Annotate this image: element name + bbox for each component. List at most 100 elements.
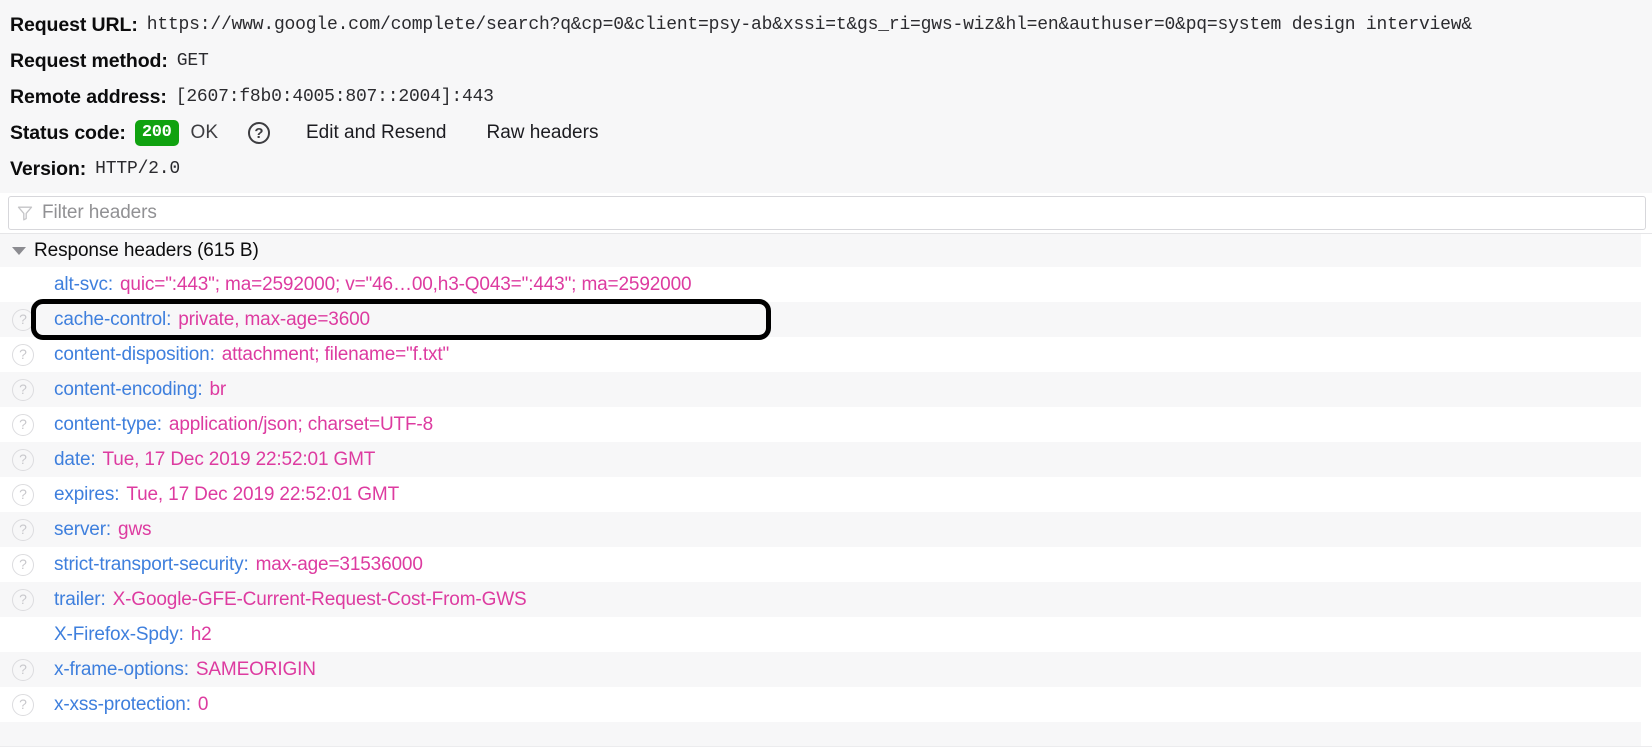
header-colon: : — [185, 693, 191, 715]
network-response-headers-panel: Request URL: https://www.google.com/comp… — [0, 0, 1652, 752]
header-colon: : — [178, 623, 184, 645]
header-row-x-frame-options[interactable]: ? x-frame-options: SAMEORIGIN — [0, 652, 1652, 687]
header-value: quic=":443"; ma=2592000; v="46…00,h3-Q04… — [120, 273, 692, 295]
header-colon: : — [166, 308, 172, 330]
request-method-row: Request method: GET — [0, 43, 1652, 79]
header-row-cache-control[interactable]: ? cache-control: private, max-age=3600 — [0, 302, 1652, 337]
request-summary-panel: Request URL: https://www.google.com/comp… — [0, 0, 1652, 193]
header-row-x-xss-protection[interactable]: ? x-xss-protection: 0 — [0, 687, 1652, 722]
status-code-label: Status code: — [10, 121, 126, 144]
header-row-content-encoding[interactable]: ? content-encoding: br — [0, 372, 1652, 407]
header-text: strict-transport-security: max-age=315360… — [54, 554, 423, 576]
header-text: x-frame-options: SAMEORIGIN — [54, 659, 316, 681]
request-url-row: Request URL: https://www.google.com/comp… — [0, 7, 1652, 43]
header-value: Tue, 17 Dec 2019 22:52:01 GMT — [102, 448, 376, 470]
header-name: strict-transport-security — [54, 553, 244, 575]
header-row-trailer[interactable]: ? trailer: X-Google-GFE-Current-Request-Co… — [0, 582, 1652, 617]
header-colon: : — [243, 553, 249, 575]
header-row-content-type[interactable]: ? content-type: application/json; charset=… — [0, 407, 1652, 442]
help-question-icon[interactable]: ? — [248, 122, 270, 144]
funnel-filter-icon — [17, 206, 33, 221]
header-value: private, max-age=3600 — [178, 308, 370, 330]
header-value: max-age=31536000 — [255, 553, 423, 575]
header-text: server: gws — [54, 519, 151, 541]
request-method-label: Request method: — [10, 49, 168, 72]
header-name: X-Firefox-Spdy — [54, 623, 179, 645]
header-name: content-encoding — [54, 378, 198, 400]
request-url-value[interactable]: https://www.google.com/complete/search?q… — [147, 15, 1472, 35]
help-question-icon[interactable]: ? — [12, 413, 34, 436]
header-text: date: Tue, 17 Dec 2019 22:52:01 GMT — [54, 449, 375, 471]
header-row-alt-svc[interactable]: alt-svc: quic=":443"; ma=2592000; v="46…0… — [0, 267, 1652, 302]
status-badge: 200 — [134, 120, 179, 146]
header-row-date[interactable]: ? date: Tue, 17 Dec 2019 22:52:01 GMT — [0, 442, 1652, 477]
header-value: h2 — [190, 623, 212, 645]
header-value: 0 — [197, 693, 209, 715]
header-row-server[interactable]: ? server: gws — [0, 512, 1652, 547]
header-name: expires — [54, 483, 115, 505]
help-icon-placeholder — [12, 274, 34, 296]
header-text: content-encoding: br — [54, 379, 226, 401]
help-question-icon[interactable]: ? — [12, 553, 34, 576]
header-row-content-disposition[interactable]: ? content-disposition: attachment; filenam… — [0, 337, 1652, 372]
header-value: application/json; charset=UTF-8 — [168, 413, 434, 435]
header-row-strict-transport-security[interactable]: ? strict-transport-security: max-age=31536… — [0, 547, 1652, 582]
header-name: server — [54, 518, 106, 540]
edit-and-resend-button[interactable]: Edit and Resend — [306, 122, 447, 144]
header-name: cache-control — [54, 308, 167, 330]
filter-bar: Filter headers — [0, 193, 1652, 234]
header-colon: : — [183, 658, 189, 680]
header-text: trailer: X-Google-GFE-Current-Request-Cos… — [54, 589, 527, 611]
header-colon: : — [90, 448, 96, 470]
help-question-icon[interactable]: ? — [12, 448, 34, 471]
header-value: Tue, 17 Dec 2019 22:52:01 GMT — [126, 483, 400, 505]
header-colon: : — [114, 483, 120, 505]
header-colon: : — [209, 343, 215, 365]
status-text: OK — [190, 122, 218, 143]
version-value: HTTP/2.0 — [95, 159, 180, 179]
help-question-icon[interactable]: ? — [12, 518, 34, 541]
remote-address-label: Remote address: — [10, 85, 167, 108]
help-question-icon[interactable]: ? — [12, 588, 34, 611]
header-value: X-Google-GFE-Current-Request-Cost-From-G… — [112, 588, 527, 610]
header-value: SAMEORIGIN — [195, 658, 316, 680]
header-text: X-Firefox-Spdy: h2 — [54, 624, 212, 646]
request-method-value: GET — [176, 51, 209, 71]
header-text: content-disposition: attachment; filename… — [54, 344, 449, 366]
header-value: br — [209, 378, 227, 400]
remote-address-value: [2607:f8b0:4005:807::2004]:443 — [175, 87, 494, 107]
help-question-icon[interactable]: ? — [12, 693, 34, 716]
help-question-icon[interactable]: ? — [12, 378, 34, 401]
header-row-expires[interactable]: ? expires: Tue, 17 Dec 2019 22:52:01 GMT — [0, 477, 1652, 512]
header-text: x-xss-protection: 0 — [54, 694, 208, 716]
help-question-icon[interactable]: ? — [12, 343, 34, 366]
header-text: expires: Tue, 17 Dec 2019 22:52:01 GMT — [54, 484, 399, 506]
filter-headers-input[interactable]: Filter headers — [8, 196, 1646, 230]
header-name: date — [54, 448, 91, 470]
header-row-x-firefox-spdy[interactable]: X-Firefox-Spdy: h2 — [0, 617, 1652, 652]
help-question-icon[interactable]: ? — [12, 483, 34, 506]
response-headers-group-label: Response headers (615 B) — [34, 239, 259, 261]
header-name: content-type — [54, 413, 157, 435]
headers-row-list: alt-svc: quic=":443"; ma=2592000; v="46…0… — [0, 267, 1652, 722]
header-text: cache-control: private, max-age=3600 — [54, 309, 370, 331]
response-headers-group-header[interactable]: Response headers (615 B) — [0, 234, 1652, 267]
header-colon: : — [107, 273, 113, 295]
chevron-down-icon[interactable] — [12, 246, 26, 255]
filter-headers-placeholder: Filter headers — [42, 202, 157, 223]
header-text: alt-svc: quic=":443"; ma=2592000; v="46…0… — [54, 274, 691, 296]
header-name: trailer — [54, 588, 101, 610]
header-name: alt-svc — [54, 273, 108, 295]
help-question-icon[interactable]: ? — [12, 658, 34, 681]
help-question-icon[interactable]: ? — [12, 308, 34, 331]
header-name: content-disposition — [54, 343, 210, 365]
status-code-row: Status code: 200 OK ? Edit and Resend Ra… — [0, 115, 1652, 151]
header-colon: : — [100, 588, 106, 610]
raw-headers-button[interactable]: Raw headers — [487, 122, 599, 144]
header-colon: : — [105, 518, 112, 540]
header-value: attachment; filename="f.txt" — [221, 343, 450, 365]
header-text: content-type: application/json; charset=U… — [54, 414, 433, 436]
header-name: x-xss-protection — [54, 693, 186, 715]
header-name: x-frame-options — [54, 658, 184, 680]
panel-bottom-edge — [0, 746, 1652, 752]
